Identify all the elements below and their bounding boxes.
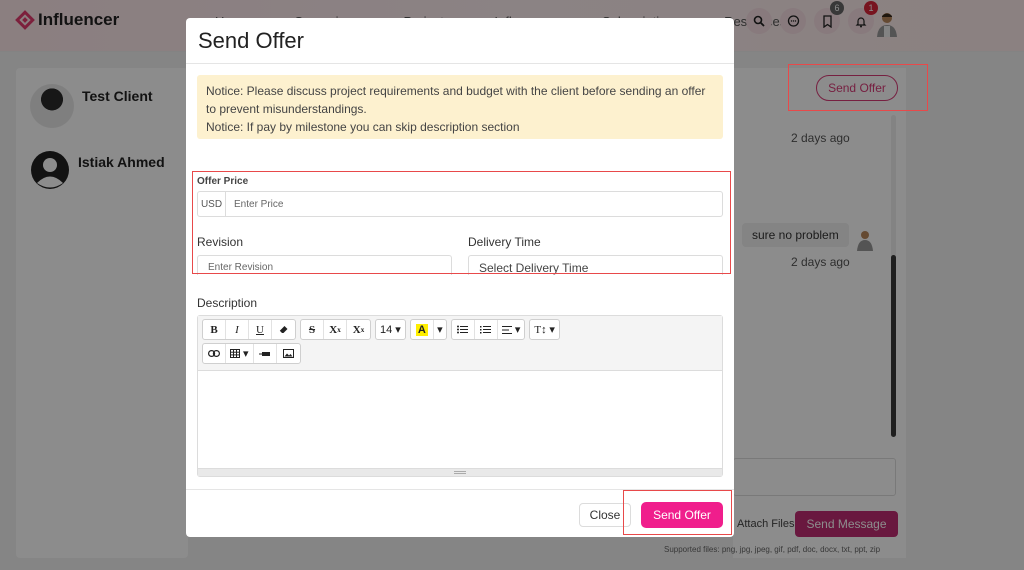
modal-title: Send Offer	[198, 28, 304, 53]
notice-box: Notice: Please discuss project requireme…	[197, 75, 723, 139]
highlight-box	[623, 490, 732, 535]
superscript-icon[interactable]: Xx	[324, 320, 347, 339]
horizontal-rule-icon[interactable]	[254, 344, 277, 363]
font-size-dropdown[interactable]: 14 ▾	[376, 320, 405, 339]
subscript-icon[interactable]: Xx	[347, 320, 370, 339]
text-color-icon[interactable]: A	[411, 320, 434, 339]
editor-resize-handle[interactable]	[198, 468, 722, 476]
image-icon[interactable]	[277, 344, 300, 363]
modal-header: Send Offer	[186, 18, 734, 64]
table-dropdown[interactable]: ▾	[226, 344, 254, 363]
align-dropdown[interactable]: ▾	[498, 320, 525, 339]
underline-icon[interactable]: U	[249, 320, 272, 339]
unordered-list-icon[interactable]	[452, 320, 475, 339]
send-offer-modal: Send Offer Notice: Please discuss projec…	[186, 18, 734, 537]
line-height-dropdown[interactable]: T↕ ▾	[530, 320, 559, 339]
font-size-value: 14	[380, 323, 393, 336]
strikethrough-icon[interactable]: S	[301, 320, 324, 339]
highlight-box	[788, 64, 928, 111]
highlight-box	[192, 171, 731, 274]
editor-content-area[interactable]	[198, 371, 722, 468]
bold-icon[interactable]: B	[203, 320, 226, 339]
chevron-down-icon[interactable]: ▾	[434, 320, 446, 339]
editor-toolbar: B I U S Xx Xx 14 ▾ A ▾ ▾ T↕ ▾ ▾	[198, 316, 722, 371]
italic-icon[interactable]: I	[226, 320, 249, 339]
notice-text: Notice: If pay by milestone you can skip…	[206, 120, 520, 134]
description-editor: B I U S Xx Xx 14 ▾ A ▾ ▾ T↕ ▾ ▾	[197, 315, 723, 477]
description-label: Description	[197, 296, 258, 310]
ordered-list-icon[interactable]	[475, 320, 498, 339]
link-icon[interactable]	[203, 344, 226, 363]
notice-text: Notice: Please discuss project requireme…	[206, 84, 706, 116]
eraser-icon[interactable]	[272, 320, 295, 339]
